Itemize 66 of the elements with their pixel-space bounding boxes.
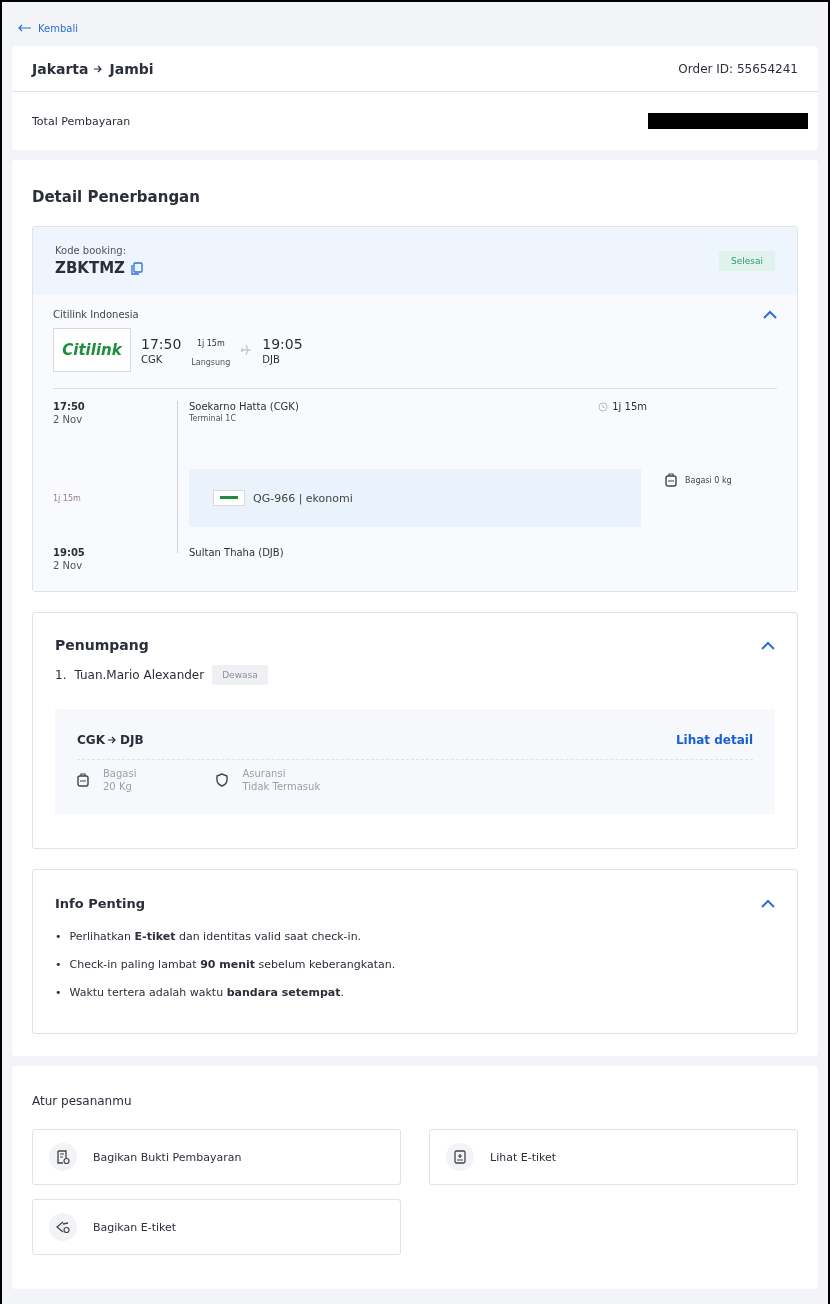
departure-airport: Soekarno Hatta (CGK) [189, 401, 299, 412]
detail-link[interactable]: Lihat detail [675, 733, 753, 747]
bullet-marker: • [55, 985, 62, 1001]
arrival-code: DJB [262, 353, 281, 365]
insurance-value: Tidak Termasuk [242, 781, 321, 792]
section-title: Penumpang [55, 637, 149, 653]
passenger-number: 1. [55, 668, 67, 682]
status-badge: Selesai [719, 251, 775, 271]
info-item: Check-in paling lambat 90 menit sebelum keberangkatan. [69, 957, 396, 973]
plane-icon [240, 344, 253, 356]
passenger-type: Dewasa [212, 665, 268, 685]
section-title: Info Penting [55, 896, 146, 911]
flight-duration: 1j 15m [196, 339, 225, 348]
airline-name: Citilink Indonesia [53, 309, 139, 320]
copy-icon[interactable] [130, 261, 143, 275]
flight-number: QG-966 | ekonomi [253, 491, 353, 505]
arrival-time: 19:05 [53, 547, 86, 558]
baggage-value: 20 Kg [103, 781, 133, 792]
action-button[interactable]: Bagikan E-tiket [32, 1199, 401, 1255]
route-origin: Jakarta [32, 60, 89, 77]
action-button[interactable]: Bagikan Bukti Pembayaran [32, 1129, 401, 1185]
insurance-label: Asuransi [242, 768, 287, 779]
departure-date: 2 Nov [53, 414, 84, 425]
baggage-info: Bagasi 0 kg [685, 475, 732, 485]
clock-icon [598, 401, 609, 412]
stops-label: Langsung [191, 358, 231, 367]
shield-icon [216, 773, 229, 787]
booking-label: Kode booking: [55, 245, 128, 256]
luggage-icon [665, 473, 677, 487]
section-title: Detail Penerbangan [32, 188, 201, 206]
arrow-right-icon [107, 736, 117, 744]
order-id: Order ID: 55654241 [678, 61, 798, 76]
bullet-marker: • [55, 957, 62, 973]
back-link[interactable]: Kembali [12, 10, 78, 46]
airline-logo-icon [213, 490, 245, 506]
manage-title: Atur pesananmu [32, 1094, 132, 1108]
action-button[interactable]: Lihat E-tiket [429, 1129, 798, 1185]
share-icon [55, 1219, 71, 1235]
arrival-time: 19:05 [262, 335, 303, 352]
chevron-up-icon[interactable] [761, 640, 775, 650]
total-label: Total Pembayaran [32, 114, 131, 128]
arrival-date: 2 Nov [53, 560, 84, 571]
arrow-left-icon [18, 24, 32, 32]
passenger-name: Tuan.Mario Alexander [74, 668, 205, 682]
terminal-label: Terminal 1C [189, 414, 238, 423]
departure-time: 17:50 [53, 401, 86, 412]
arrow-right-icon [94, 64, 104, 73]
info-item: Waktu tertera adalah waktu bandara setempat. [69, 985, 344, 1001]
chevron-up-icon[interactable] [763, 310, 777, 319]
airline-logo: Citilink [53, 328, 131, 372]
segment-duration: 1j 15m [612, 401, 647, 412]
bullet-marker: • [55, 929, 62, 945]
info-item: Perlihatkan E-tiket dan identitas valid saat check-in. [69, 929, 362, 945]
ticket-icon [452, 1149, 468, 1165]
route-destination: Jambi [109, 60, 154, 77]
departure-time: 17:50 [141, 335, 182, 352]
baggage-label: Bagasi [103, 768, 137, 779]
departure-code: CGK [141, 353, 164, 365]
route-destination: DJB [119, 733, 144, 747]
receipt-icon [55, 1149, 71, 1165]
arrival-airport: Sultan Thaha (DJB) [189, 547, 285, 560]
luggage-icon [77, 773, 89, 787]
route-origin: CGK [77, 733, 105, 747]
booking-code: ZBKTMZ [55, 259, 125, 277]
leg-duration: 1j 15m [53, 493, 82, 503]
chevron-up-icon[interactable] [761, 899, 775, 908]
